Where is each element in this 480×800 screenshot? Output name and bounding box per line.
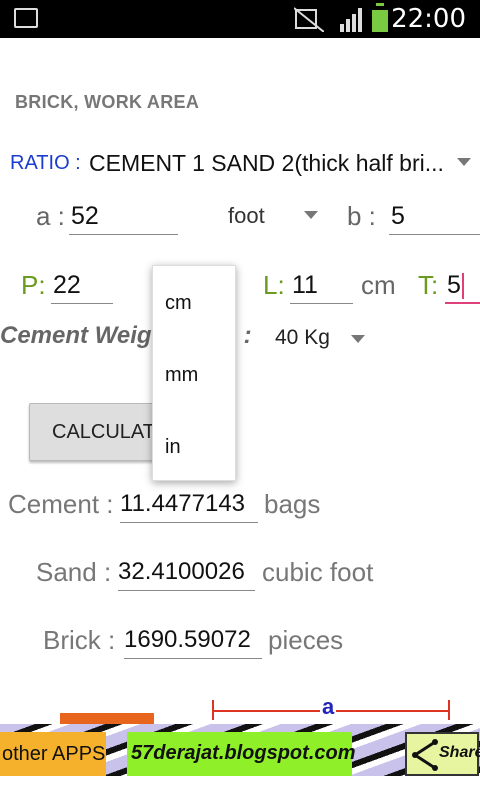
sand-result-unit: cubic foot — [262, 557, 374, 587]
bottom-strip — [0, 776, 480, 800]
dimension-tick — [448, 700, 450, 720]
page-title: BRICK, WORK AREA — [15, 92, 200, 112]
cement-weight-spinner[interactable]: 40 Kg — [275, 326, 330, 350]
clock: 22:00 — [391, 4, 466, 34]
blog-link[interactable]: 57derajat.blogspot.com — [127, 732, 356, 776]
sand-result-label: Sand : — [36, 557, 112, 587]
status-bar: 22:00 — [0, 0, 480, 38]
share-label: Share — [439, 744, 480, 761]
brick-result-unit: pieces — [268, 625, 344, 655]
unit-option-cm[interactable]: cm — [165, 292, 192, 315]
dimension-tick — [212, 700, 214, 720]
cement-result-field[interactable]: 11.4477143 — [120, 487, 258, 523]
t-value: 5 — [447, 271, 461, 299]
cement-result-unit: bags — [264, 489, 321, 519]
sand-result-field[interactable]: 32.4100026 — [118, 555, 255, 591]
a-input[interactable]: 52 — [69, 199, 178, 235]
share-icon — [412, 739, 438, 771]
text-cursor — [461, 273, 464, 300]
unit-option-in[interactable]: in — [165, 436, 181, 459]
unit-dropdown-popup: cm mm in — [152, 265, 236, 481]
chevron-down-icon — [351, 335, 365, 343]
l-label: L: — [263, 270, 285, 300]
a-label: a : — [36, 201, 65, 231]
image-icon — [14, 8, 38, 28]
brick-result-field[interactable]: 1690.59072 — [124, 623, 262, 659]
battery-icon — [372, 6, 388, 32]
b-label: b : — [347, 201, 376, 231]
ratio-spinner[interactable]: CEMENT 1 SAND 2(thick half bri... — [89, 150, 444, 177]
t-label: T: — [418, 270, 439, 300]
t-input[interactable]: 5 — [445, 268, 480, 304]
b-input[interactable]: 5 — [389, 199, 480, 235]
share-button[interactable]: Share — [405, 732, 480, 776]
signal-icon — [340, 8, 362, 32]
dimension-label: a — [320, 694, 337, 720]
p-input[interactable]: 22 — [51, 268, 113, 304]
dimension-unit-spinner[interactable]: foot — [228, 203, 265, 229]
unit-option-mm[interactable]: mm — [165, 364, 198, 387]
ratio-label: RATIO : — [10, 152, 81, 174]
p-label: P: — [21, 270, 46, 300]
cement-result-label: Cement : — [8, 489, 114, 519]
l-input[interactable]: 11 — [290, 268, 353, 304]
other-apps-button[interactable]: other APPS — [0, 732, 106, 776]
chevron-down-icon — [457, 158, 471, 166]
brick-result-label: Brick : — [43, 625, 116, 655]
mute-icon — [294, 7, 324, 32]
chevron-down-icon — [304, 211, 318, 219]
brick-unit-spinner[interactable]: cm — [361, 270, 396, 301]
